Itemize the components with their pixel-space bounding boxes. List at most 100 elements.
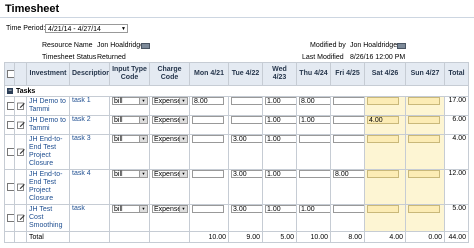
thu-hours-input[interactable]: 8.00 — [299, 97, 330, 105]
status-label: Timesheet Status — [42, 54, 97, 61]
sat-hours-input[interactable] — [367, 97, 399, 105]
row-total: 6.00 — [444, 115, 469, 135]
totals-row: Total 10.00 9.00 5.00 10.00 8.00 4.00 0.00 44.00 — [4, 231, 469, 243]
thu-hours-input[interactable]: 1.00 — [299, 116, 330, 124]
input-type-select[interactable]: bill ▼ — [112, 205, 148, 213]
fri-hours-input[interactable] — [333, 205, 364, 213]
investment-link[interactable]: JH Demo to Tammi — [29, 117, 66, 132]
thu-hours-input[interactable]: 1.00 — [299, 205, 330, 213]
row-checkbox[interactable] — [7, 102, 14, 110]
row-total: 5.00 — [444, 204, 469, 232]
sun-total: 0.00 — [405, 231, 445, 243]
fri-hours-input[interactable] — [333, 116, 364, 124]
description-header[interactable]: Description — [69, 62, 110, 86]
sun-hours-input[interactable] — [408, 116, 440, 124]
charge-code-select[interactable]: Expense ▼ — [152, 116, 188, 124]
sun-hours-input[interactable] — [408, 97, 440, 105]
task-link[interactable]: task 4 — [72, 171, 91, 178]
wed-hours-input[interactable]: 1.00 — [265, 97, 296, 105]
fri-hours-input[interactable] — [333, 97, 364, 105]
time-period-label: Time Period: — [6, 25, 46, 32]
row-total: 17.00 — [444, 96, 469, 116]
wed-hours-input[interactable]: 1.00 — [265, 135, 296, 143]
edit-icon[interactable] — [17, 148, 25, 156]
page-title: Timesheet — [5, 3, 60, 15]
tue-hours-input[interactable]: 3.00 — [231, 135, 262, 143]
sun-hours-input[interactable] — [408, 170, 440, 178]
edit-icon[interactable] — [17, 214, 25, 222]
row-checkbox[interactable] — [7, 214, 14, 222]
wed-hours-input[interactable]: 1.00 — [265, 116, 296, 124]
sat-hours-input[interactable] — [367, 170, 399, 178]
input-type-select[interactable]: bill ▼ — [112, 170, 148, 178]
timesheet-table: Investment Description Input Type Code C… — [4, 62, 469, 243]
tue-hours-input[interactable]: 3.00 — [231, 205, 262, 213]
edit-icon[interactable] — [17, 183, 25, 191]
edit-icon[interactable] — [17, 121, 25, 129]
mon-hours-input[interactable] — [192, 116, 224, 124]
chevron-down-icon: ▼ — [139, 171, 147, 177]
sat-hours-input[interactable] — [367, 205, 399, 213]
sun-header: Sun 4/27 — [405, 62, 445, 86]
table-row: JH End-to-End Test Project Closure task 3… — [4, 134, 469, 170]
sun-hours-input[interactable] — [408, 205, 440, 213]
tue-hours-input[interactable] — [231, 97, 262, 105]
email-icon[interactable] — [397, 43, 406, 49]
status-value: Returned — [97, 54, 126, 61]
edit-icon[interactable] — [17, 102, 25, 110]
chevron-down-icon: ▼ — [139, 98, 147, 104]
select-all-checkbox[interactable] — [7, 69, 14, 78]
sat-hours-input[interactable] — [367, 135, 399, 143]
fri-hours-input[interactable] — [333, 135, 364, 143]
sun-hours-input[interactable] — [408, 135, 440, 143]
select-all-header[interactable] — [4, 62, 15, 86]
mon-hours-input[interactable] — [192, 170, 224, 178]
charge-code-header[interactable]: Charge Code — [149, 62, 190, 86]
sat-header: Sat 4/26 — [364, 62, 406, 86]
thu-hours-input[interactable] — [299, 170, 330, 178]
thu-header: Thu 4/24 — [296, 62, 331, 86]
row-checkbox[interactable] — [7, 121, 14, 129]
table-row: JH Demo to Tammi task 2 bill ▼ Expense ▼ 1.00 1… — [4, 115, 469, 135]
charge-code-select[interactable]: Expense ▼ — [152, 135, 188, 143]
wed-hours-input[interactable]: 1.00 — [265, 170, 296, 178]
thu-total: 10.00 — [296, 231, 331, 243]
input-type-select[interactable]: bill ▼ — [112, 97, 148, 105]
time-period-select[interactable]: 4/21/14 - 4/27/14 ▼ — [45, 24, 128, 33]
sat-total: 4.00 — [364, 231, 406, 243]
input-type-header[interactable]: Input Type Code — [109, 62, 150, 86]
mon-hours-input[interactable] — [192, 135, 224, 143]
mon-hours-input[interactable]: 8.00 — [192, 97, 224, 105]
investment-link[interactable]: JH Demo to Tammi — [29, 98, 66, 113]
sat-hours-input[interactable]: 4.00 — [367, 116, 399, 124]
charge-code-select[interactable]: Expense ▼ — [152, 170, 188, 178]
tue-total: 9.00 — [228, 231, 263, 243]
investment-link[interactable]: JH End-to-End Test Project Closure — [29, 136, 62, 167]
charge-code-select[interactable]: Expense ▼ — [152, 205, 188, 213]
email-icon[interactable] — [141, 43, 150, 49]
collapse-icon[interactable]: − — [7, 87, 13, 94]
task-link[interactable]: task 3 — [72, 136, 91, 143]
investment-link[interactable]: JH Test Cost Smoothing — [29, 206, 62, 229]
total-header: Total — [444, 62, 469, 86]
task-link[interactable]: task 1 — [72, 98, 91, 105]
task-link[interactable]: task 2 — [72, 117, 91, 124]
row-checkbox[interactable] — [7, 148, 14, 156]
task-link[interactable]: task — [72, 206, 85, 213]
input-type-select[interactable]: bill ▼ — [112, 116, 148, 124]
fri-total: 8.00 — [330, 231, 365, 243]
input-type-select[interactable]: bill ▼ — [112, 135, 148, 143]
tue-hours-input[interactable]: 3.00 — [231, 170, 262, 178]
charge-code-select[interactable]: Expense ▼ — [152, 97, 188, 105]
wed-hours-input[interactable]: 1.00 — [265, 205, 296, 213]
mon-hours-input[interactable] — [192, 205, 224, 213]
fri-hours-input[interactable]: 8.00 — [333, 170, 364, 178]
investment-header[interactable]: Investment — [26, 62, 70, 86]
resource-name-label: Resource Name — [42, 42, 93, 49]
thu-hours-input[interactable] — [299, 135, 330, 143]
investment-link[interactable]: JH End-to-End Test Project Closure — [29, 171, 62, 202]
row-checkbox[interactable] — [7, 183, 14, 191]
wed-total: 5.00 — [262, 231, 297, 243]
tue-hours-input[interactable] — [231, 116, 262, 124]
chevron-down-icon: ▼ — [179, 206, 187, 212]
